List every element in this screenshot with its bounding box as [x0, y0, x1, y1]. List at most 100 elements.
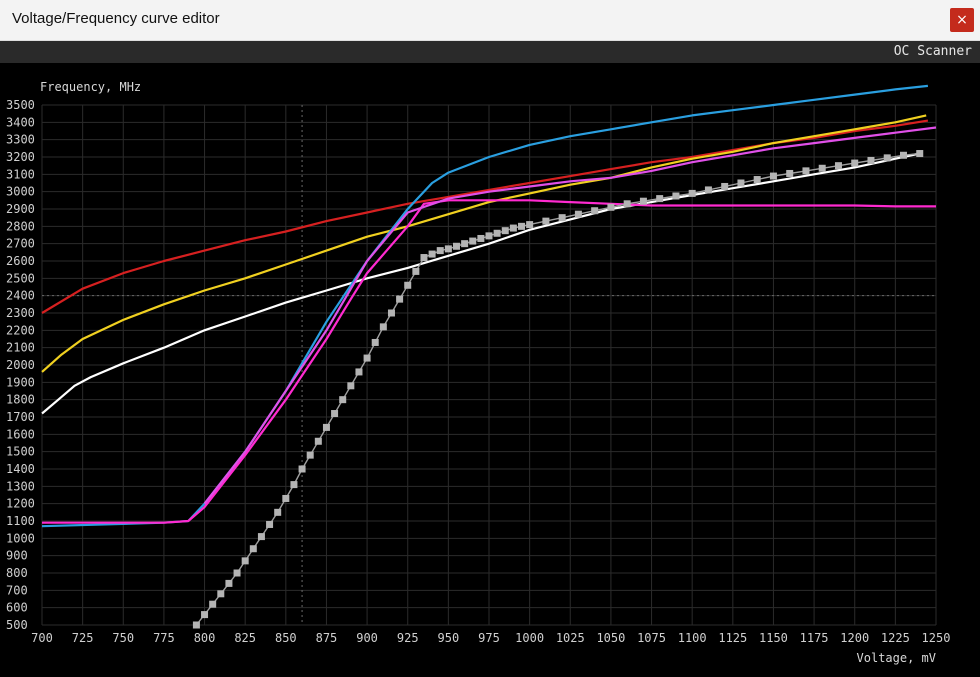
curve-point — [412, 267, 420, 275]
curve-point — [818, 164, 826, 172]
x-tick-label: 1100 — [678, 631, 707, 645]
x-tick-label: 925 — [397, 631, 419, 645]
window-titlebar: Voltage/Frequency curve editor × — [0, 0, 980, 41]
curve-point — [607, 203, 615, 211]
curve-point — [656, 195, 664, 203]
curve-point — [257, 533, 265, 541]
y-tick-label: 2200 — [6, 323, 35, 337]
x-tick-label: 700 — [31, 631, 53, 645]
vf-curve-chart[interactable]: 500 600 700 800 900 1000 1100 1200 1300 1400 1500 1… — [0, 63, 980, 677]
grid — [41, 104, 937, 626]
y-tick-label: 2400 — [6, 289, 35, 303]
curve-point — [436, 247, 444, 255]
x-tick-label: 1150 — [759, 631, 788, 645]
y-tick-label: 1100 — [6, 514, 35, 528]
x-tick-label: 850 — [275, 631, 297, 645]
y-tick-label: 600 — [6, 601, 28, 615]
curve-point — [241, 557, 249, 565]
x-tick-label: 800 — [194, 631, 216, 645]
curve-point — [802, 167, 810, 175]
curve-point — [396, 295, 404, 303]
x-tick-label: 1225 — [881, 631, 910, 645]
y-tick-label: 2000 — [6, 358, 35, 372]
curve-point — [834, 162, 842, 170]
y-tick-label: 3300 — [6, 133, 35, 147]
x-tick-label: 1250 — [922, 631, 951, 645]
curve-point — [387, 309, 395, 317]
curve-point — [233, 569, 241, 577]
curve-point — [282, 494, 290, 502]
curve-point — [274, 508, 282, 516]
curve-point — [461, 240, 469, 248]
y-tick-label: 500 — [6, 618, 28, 632]
curve-point — [428, 250, 436, 258]
curve-point — [266, 520, 274, 528]
y-tick-label: 1600 — [6, 427, 35, 441]
curve-point — [347, 382, 355, 390]
curve-point — [786, 169, 794, 177]
curve-point — [201, 611, 209, 619]
curve-point — [331, 410, 339, 418]
y-tick-label: 3000 — [6, 185, 35, 199]
curve-point — [469, 237, 477, 245]
y-tick-label: 3200 — [6, 150, 35, 164]
curve-point — [526, 221, 534, 229]
y-tick-label: 2100 — [6, 341, 35, 355]
curve-point — [290, 481, 298, 489]
curve-point — [363, 354, 371, 362]
y-tick-label: 1700 — [6, 410, 35, 424]
close-button[interactable]: × — [950, 8, 974, 32]
window-title: Voltage/Frequency curve editor — [12, 10, 220, 27]
curve-point — [306, 451, 314, 459]
curve-point — [217, 590, 225, 598]
curve-point — [899, 151, 907, 159]
x-tick-label: 900 — [356, 631, 378, 645]
curve-point — [379, 323, 387, 331]
curve-point — [883, 154, 891, 162]
series-line-4 — [41, 84, 929, 528]
curve-point — [225, 579, 233, 587]
y-tick-label: 1500 — [6, 445, 35, 459]
y-tick-label: 2300 — [6, 306, 35, 320]
curve-point — [769, 172, 777, 180]
tick-labels: 500 600 700 800 900 1000 1100 1200 1300 1400 1500 1… — [6, 98, 950, 645]
curve-point — [737, 179, 745, 187]
curve-point — [501, 227, 509, 235]
oc-scanner-button[interactable]: OC Scanner — [894, 44, 972, 59]
x-tick-label: 1050 — [596, 631, 625, 645]
curve-point — [704, 186, 712, 194]
x-tick-label: 1025 — [556, 631, 585, 645]
y-tick-label: 900 — [6, 549, 28, 563]
curve-point — [298, 465, 306, 473]
y-tick-label: 1200 — [6, 497, 35, 511]
x-tick-label: 750 — [112, 631, 134, 645]
series-line-1 — [41, 119, 929, 314]
y-tick-label: 2500 — [6, 271, 35, 285]
y-tick-label: 1400 — [6, 462, 35, 476]
curve-point — [574, 210, 582, 218]
y-tick-label: 1300 — [6, 479, 35, 493]
curve-point — [249, 545, 257, 553]
y-tick-label: 1800 — [6, 393, 35, 407]
y-tick-label: 700 — [6, 583, 28, 597]
curve-point — [322, 423, 330, 431]
curve-point — [672, 192, 680, 200]
curve-point — [509, 224, 517, 232]
curve-point — [851, 159, 859, 167]
curve-point — [867, 156, 875, 164]
x-tick-label: 1200 — [840, 631, 869, 645]
curve-point — [452, 242, 460, 250]
x-tick-label: 950 — [438, 631, 460, 645]
curve-point — [518, 222, 526, 230]
series-line-7 — [195, 152, 920, 626]
y-tick-label: 3100 — [6, 167, 35, 181]
curve-point — [639, 197, 647, 205]
toolbar: OC Scanner — [0, 41, 980, 63]
curve-point — [477, 234, 485, 242]
x-tick-label: 1000 — [515, 631, 544, 645]
x-tick-label: 825 — [234, 631, 256, 645]
curve-point — [916, 150, 924, 158]
curve-point — [558, 214, 566, 222]
y-tick-label: 3400 — [6, 115, 35, 129]
curve-point — [404, 281, 412, 289]
